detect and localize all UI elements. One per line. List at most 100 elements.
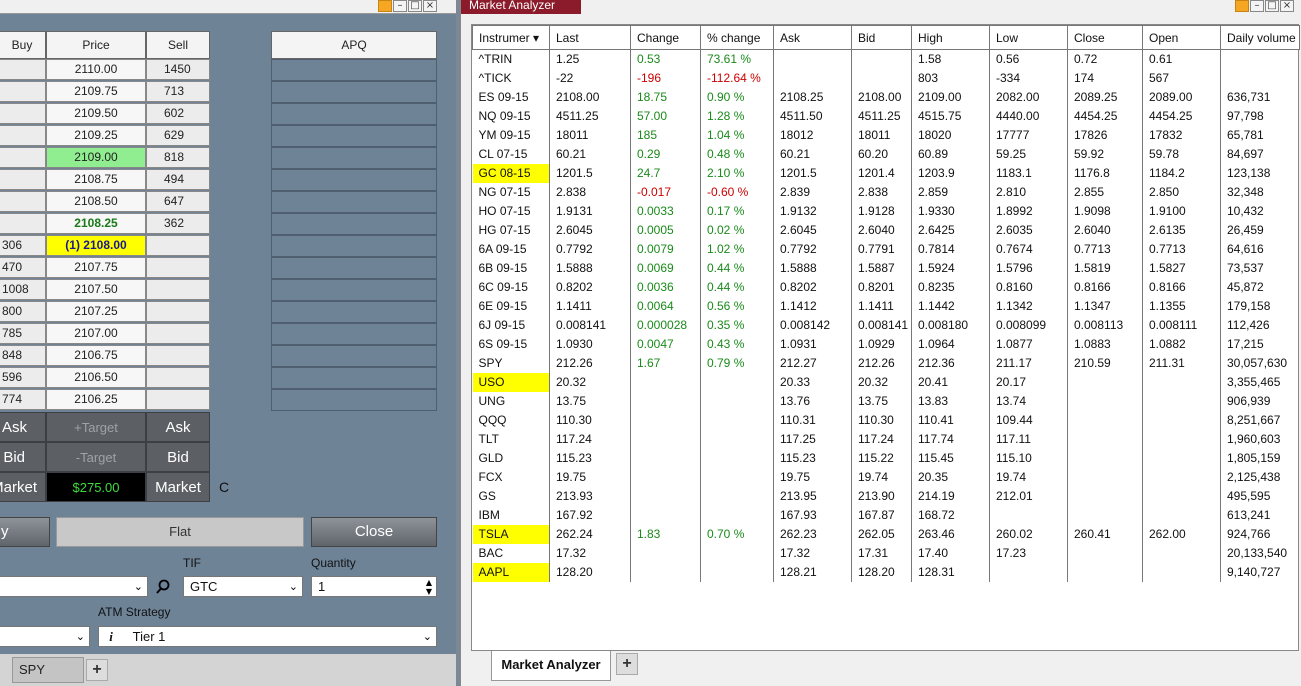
table-row[interactable]: HO 07-15 1.9131 0.0033 0.17 % 1.9132 1.9128 1.… [473, 201, 1300, 221]
ladder-sell-cell[interactable] [146, 323, 210, 344]
ladder-price-cell[interactable]: 2109.25 [46, 125, 146, 146]
ladder-sell-cell[interactable] [146, 301, 210, 322]
account-select[interactable]: ⌄ [0, 576, 148, 597]
stop-button[interactable]: -Target [46, 442, 146, 472]
table-row[interactable]: 6J 09-15 0.008141 0.000028 0.35 % 0.008142 0.… [473, 315, 1300, 335]
ladder-sell-cell[interactable]: 647 [146, 191, 210, 212]
maximize-icon[interactable]: □ [408, 0, 422, 12]
ladder-sell-cell[interactable] [146, 389, 210, 410]
stepper-arrows-icon[interactable]: ▲ ▼ [426, 578, 432, 596]
atm-mode-select[interactable]: ⌄ [0, 626, 90, 647]
close-icon[interactable]: × [1280, 0, 1294, 12]
ladder-price-cell[interactable]: 2109.75 [46, 81, 146, 102]
table-row[interactable]: 6A 09-15 0.7792 0.0079 1.02 % 0.7792 0.7791 0.… [473, 239, 1300, 259]
column-header[interactable]: Ask [773, 25, 852, 50]
ladder-price-cell[interactable]: (1) 2108.00 [46, 235, 146, 256]
column-header[interactable]: Daily volume [1220, 25, 1300, 50]
ladder-buy-cell[interactable] [0, 169, 46, 190]
ladder-sell-cell[interactable]: 713 [146, 81, 210, 102]
reverse-button[interactable]: y [0, 517, 50, 547]
ladder-price-cell[interactable]: 2108.75 [46, 169, 146, 190]
link-icon[interactable] [1235, 0, 1249, 12]
buy-market-button[interactable]: Market [0, 472, 46, 502]
table-row[interactable]: AAPL 128.20 128.21 128.20 128.31 9,140,727 [472, 562, 1300, 582]
ladder-buy-cell[interactable]: 774 [0, 389, 46, 410]
ladder-price-cell[interactable]: 2106.50 [46, 367, 146, 388]
ladder-sell-cell[interactable] [146, 279, 210, 300]
sell-market-button[interactable]: Market [146, 472, 210, 502]
table-row[interactable]: HG 07-15 2.6045 0.0005 0.02 % 2.6045 2.6040 2.… [473, 220, 1300, 240]
ladder-price-cell[interactable]: 2106.25 [46, 389, 146, 410]
column-header[interactable]: Instrumer ▾ [472, 25, 550, 50]
ladder-buy-cell[interactable] [0, 191, 46, 212]
ladder-price-cell[interactable]: 2109.00 [46, 147, 146, 168]
ladder-buy-cell[interactable] [0, 59, 46, 80]
table-row[interactable]: GLD 115.23 115.23 115.22 115.45 115.10 1,805,1… [473, 448, 1300, 468]
ladder-price-cell[interactable]: 2107.00 [46, 323, 146, 344]
table-row[interactable]: GS 213.93 213.95 213.90 214.19 212.01 495,595 [473, 486, 1300, 506]
ladder-buy-cell[interactable]: 785 [0, 323, 46, 344]
table-row[interactable]: SPY 212.26 1.67 0.79 % 212.27 212.26 212.36 211… [473, 353, 1300, 373]
tab-market-analyzer[interactable]: Market Analyzer [491, 651, 611, 681]
ladder-buy-cell[interactable]: 848 [0, 345, 46, 366]
link-icon[interactable] [378, 0, 392, 12]
column-header[interactable]: Bid [851, 25, 912, 50]
table-row[interactable]: BAC 17.32 17.32 17.31 17.40 17.23 20,133,540 [473, 543, 1300, 563]
table-row[interactable]: CL 07-15 60.21 0.29 0.48 % 60.21 60.20 60.89 59… [473, 144, 1300, 164]
table-row[interactable]: NG 07-15 2.838 -0.017 -0.60 % 2.839 2.838 2.85… [473, 182, 1300, 202]
plus-icon[interactable]: + [616, 653, 638, 675]
tif-select[interactable]: GTC ⌄ [183, 576, 303, 597]
plus-icon[interactable]: + [86, 659, 108, 681]
table-row[interactable]: FCX 19.75 19.75 19.74 20.35 19.74 2,125,438 [473, 467, 1300, 487]
table-row[interactable]: 6B 09-15 1.5888 0.0069 0.44 % 1.5888 1.5887 1.… [473, 258, 1300, 278]
ladder-price-cell[interactable]: 2110.00 [46, 59, 146, 80]
minimize-icon[interactable]: – [1250, 0, 1264, 12]
table-row[interactable]: IBM 167.92 167.93 167.87 168.72 613,241 [473, 505, 1300, 525]
ladder-buy-cell[interactable]: 800 [0, 301, 46, 322]
table-row[interactable]: UNG 13.75 13.76 13.75 13.83 13.74 906,939 [473, 391, 1300, 411]
ladder-buy-cell[interactable] [0, 147, 46, 168]
close-button[interactable]: Close [311, 517, 437, 547]
tab-spy[interactable]: SPY [12, 657, 84, 683]
search-icon[interactable] [155, 579, 171, 595]
ladder-buy-cell[interactable]: 1008 [0, 279, 46, 300]
minimize-icon[interactable]: – [393, 0, 407, 12]
table-row[interactable]: GC 08-15 1201.5 24.7 2.10 % 1201.5 1201.4 1203… [472, 163, 1300, 183]
buy-ask-button[interactable]: Ask [0, 412, 46, 442]
ladder-buy-cell[interactable]: 596 [0, 367, 46, 388]
ladder-price-cell[interactable]: 2107.25 [46, 301, 146, 322]
atm-strategy-select[interactable]: i Tier 1 ⌄ [98, 626, 437, 647]
ladder-sell-cell[interactable]: 818 [146, 147, 210, 168]
table-row[interactable]: 6S 09-15 1.0930 0.0047 0.43 % 1.0931 1.0929 1.… [473, 334, 1300, 354]
ladder-sell-cell[interactable]: 494 [146, 169, 210, 190]
ladder-sell-cell[interactable]: 602 [146, 103, 210, 124]
ladder-buy-cell[interactable]: 306 [0, 235, 46, 256]
table-row[interactable]: TLT 117.24 117.25 117.24 117.74 117.11 1,960,6… [473, 429, 1300, 449]
column-header[interactable]: Low [989, 25, 1068, 50]
ladder-sell-cell[interactable]: 629 [146, 125, 210, 146]
table-row[interactable]: ^TICK -22 -196 -112.64 % 803 -334 174 567 [473, 68, 1300, 88]
ladder-price-cell[interactable]: 2107.75 [46, 257, 146, 278]
column-header[interactable]: % change [700, 25, 774, 50]
table-row[interactable]: USO 20.32 20.33 20.32 20.41 20.17 3,355,465 [472, 372, 1300, 392]
maximize-icon[interactable]: □ [1265, 0, 1279, 12]
ladder-sell-cell[interactable]: 362 [146, 213, 210, 234]
column-header[interactable]: High [911, 25, 990, 50]
sell-bid-button[interactable]: Bid [146, 442, 210, 472]
ladder-sell-cell[interactable] [146, 235, 210, 256]
info-icon[interactable]: i [99, 627, 123, 646]
ladder-buy-cell[interactable]: 470 [0, 257, 46, 278]
column-header[interactable]: Change [630, 25, 701, 50]
ladder-sell-cell[interactable] [146, 345, 210, 366]
ladder-sell-cell[interactable] [146, 367, 210, 388]
flat-button[interactable]: Flat [56, 517, 304, 547]
table-row[interactable]: ES 09-15 2108.00 18.75 0.90 % 2108.25 2108.00… [473, 87, 1300, 107]
ladder-buy-cell[interactable] [0, 213, 46, 234]
ladder-buy-cell[interactable] [0, 81, 46, 102]
quantity-stepper[interactable]: 1 ▲ ▼ [311, 576, 437, 597]
ladder-price-cell[interactable]: 2108.25 [46, 213, 146, 234]
ladder-sell-cell[interactable] [146, 257, 210, 278]
sell-ask-button[interactable]: Ask [146, 412, 210, 442]
close-icon[interactable]: × [423, 0, 437, 12]
column-header[interactable]: Close [1067, 25, 1143, 50]
